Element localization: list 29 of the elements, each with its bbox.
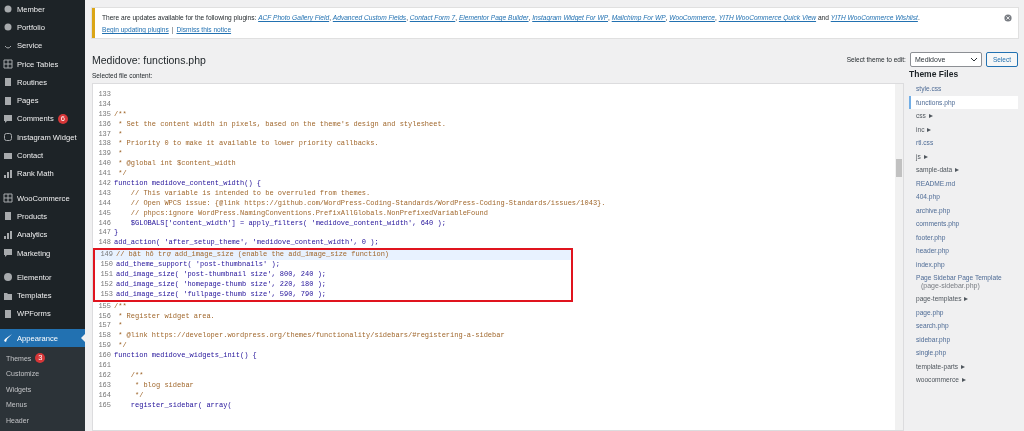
expand-triangle-icon xyxy=(923,154,928,159)
panel-title: Theme Files xyxy=(909,69,960,79)
bar-chart-icon xyxy=(3,168,13,179)
expand-triangle-icon xyxy=(955,168,960,172)
page-title: Medidove: functions.php xyxy=(92,53,206,66)
expand-triangle-icon xyxy=(961,364,966,369)
expand-triangle-icon xyxy=(927,127,932,132)
speech-bubble-icon xyxy=(3,248,13,258)
circle-icon xyxy=(3,272,13,283)
expand-triangle-icon xyxy=(928,114,933,118)
envelope-icon xyxy=(3,150,13,161)
scrollbar-track[interactable] xyxy=(895,84,903,430)
folder-icon xyxy=(3,290,13,301)
brush-icon xyxy=(3,333,13,344)
bar-chart-icon xyxy=(3,229,13,240)
document-icon xyxy=(3,211,13,222)
scrollbar-thumb[interactable] xyxy=(896,159,902,177)
document-icon xyxy=(3,77,13,88)
document-icon xyxy=(3,95,13,106)
expand-triangle-icon xyxy=(961,378,966,382)
camera-icon xyxy=(3,132,13,143)
speech-bubble-icon xyxy=(3,113,13,124)
grid-icon xyxy=(3,193,13,204)
close-icon[interactable] xyxy=(1004,14,1012,22)
grid-icon xyxy=(3,59,13,70)
code-editor[interactable] xyxy=(92,83,904,431)
document-icon xyxy=(3,308,13,319)
chevron-icon xyxy=(970,57,977,62)
expand-triangle-icon xyxy=(964,297,969,301)
